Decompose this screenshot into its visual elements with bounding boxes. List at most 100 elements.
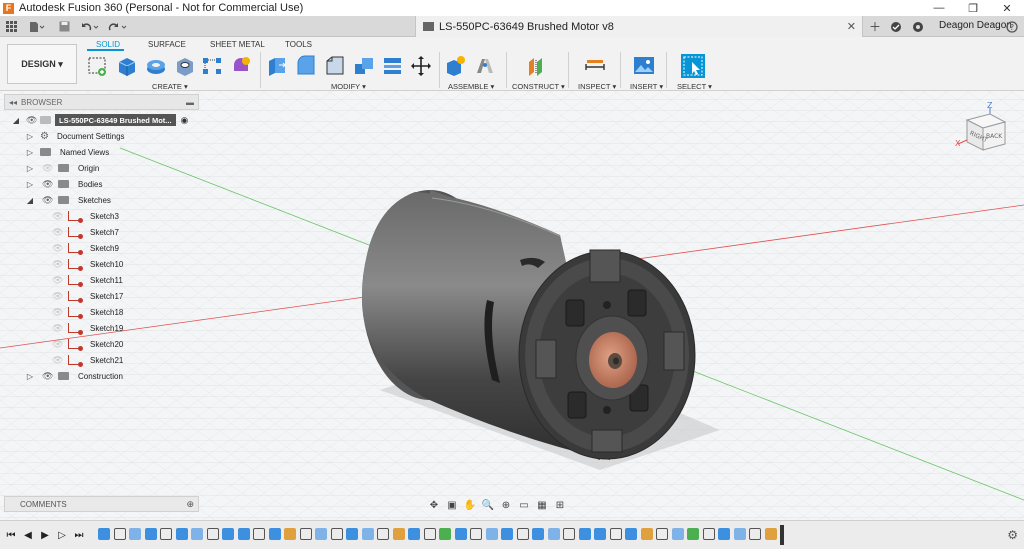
timeline-feature-icon[interactable]: [594, 528, 606, 540]
file-menu-icon[interactable]: [28, 19, 46, 34]
data-panel-grid-icon[interactable]: [4, 19, 18, 34]
timeline-feature-icon[interactable]: [764, 528, 777, 540]
inspect-menu[interactable]: INSPECT ▾: [578, 82, 616, 91]
visibility-eye-icon[interactable]: 👁: [52, 227, 63, 238]
timeline-feature-icon[interactable]: [206, 528, 219, 540]
create-sketch-icon[interactable]: [87, 55, 109, 77]
timeline-feature-icon[interactable]: [532, 528, 544, 540]
help-icon[interactable]: ?: [1004, 19, 1020, 34]
timeline-feature-icon[interactable]: [749, 528, 761, 540]
browser-item-sketch[interactable]: 👁 Sketch11: [52, 272, 123, 288]
browser-item-sketch[interactable]: 👁 Sketch17: [52, 288, 123, 304]
create-menu[interactable]: CREATE ▾: [152, 82, 188, 91]
timeline-feature-icon[interactable]: [144, 528, 157, 540]
timeline-marker[interactable]: [780, 525, 784, 545]
assemble-menu[interactable]: ASSEMBLE ▾: [448, 82, 494, 91]
save-icon[interactable]: [57, 19, 71, 34]
timeline-feature-icon[interactable]: [733, 528, 746, 540]
timeline-feature-icon[interactable]: [191, 528, 203, 540]
visibility-eye-icon[interactable]: 👁: [42, 179, 53, 190]
browser-item-construction[interactable]: ▷ 👁 Construction: [26, 368, 123, 384]
timeline-feature-icon[interactable]: [501, 528, 513, 540]
expanded-triangle-icon[interactable]: ◢: [26, 196, 34, 205]
timeline-feature-icon[interactable]: [377, 528, 389, 540]
user-account[interactable]: Deagon Deagon: [939, 20, 1012, 31]
timeline-feature-icon[interactable]: [253, 528, 265, 540]
browser-item-origin[interactable]: ▷ 👁 Origin: [26, 160, 99, 176]
browser-item-sketches[interactable]: ◢ 👁 Sketches: [26, 192, 111, 208]
visibility-eye-icon[interactable]: 👁: [52, 259, 63, 270]
move-copy-icon[interactable]: [410, 55, 432, 77]
orbit-icon[interactable]: ✥: [425, 498, 443, 512]
display-settings-icon[interactable]: ▭: [515, 498, 533, 512]
timeline-feature-icon[interactable]: [284, 528, 296, 540]
timeline-feature-icon[interactable]: [547, 528, 560, 540]
timeline-feature-icon[interactable]: [160, 528, 172, 540]
tab-tools[interactable]: TOOLS: [285, 40, 312, 49]
timeline-feature-icon[interactable]: [625, 528, 637, 540]
visibility-eye-icon[interactable]: 👁: [42, 195, 53, 206]
timeline-feature-icon[interactable]: [470, 528, 482, 540]
collapsed-triangle-icon[interactable]: ▷: [26, 132, 34, 141]
timeline-settings-gear-icon[interactable]: ⚙: [1007, 528, 1018, 542]
visibility-eye-icon[interactable]: 👁: [52, 211, 63, 222]
timeline-feature-icon[interactable]: [237, 528, 250, 540]
tab-solid[interactable]: SOLID: [96, 40, 120, 49]
activate-radio-icon[interactable]: ◉: [181, 115, 189, 126]
hole-icon[interactable]: [174, 55, 196, 77]
collapsed-triangle-icon[interactable]: ▷: [26, 180, 34, 189]
browser-item-sketch[interactable]: 👁 Sketch3: [52, 208, 119, 224]
modify-menu[interactable]: MODIFY ▾: [331, 82, 366, 91]
go-to-end-icon[interactable]: ⏭: [73, 529, 85, 541]
notifications-icon[interactable]: [910, 19, 926, 34]
offset-plane-icon[interactable]: [526, 55, 548, 77]
visibility-eye-icon[interactable]: 👁: [52, 339, 63, 350]
timeline-feature-icon[interactable]: [439, 528, 451, 540]
timeline-feature-icon[interactable]: [718, 528, 730, 540]
extrude-icon[interactable]: [116, 55, 138, 77]
browser-header[interactable]: ◂◂ BROWSER ▬: [4, 94, 199, 110]
collapsed-triangle-icon[interactable]: ▷: [26, 164, 34, 173]
timeline-feature-icon[interactable]: [129, 528, 141, 540]
collapse-browser-icon[interactable]: ◂◂: [9, 98, 17, 107]
workspace-switcher[interactable]: DESIGN ▾: [7, 44, 77, 84]
browser-item-document-settings[interactable]: ▷ ⚙ Document Settings: [26, 128, 125, 144]
timeline-feature-icon[interactable]: [454, 528, 467, 540]
minimize-browser-icon[interactable]: ▬: [186, 98, 194, 107]
new-component-icon[interactable]: [445, 55, 467, 77]
timeline-feature-icon[interactable]: [671, 528, 684, 540]
timeline-feature-icon[interactable]: [175, 528, 188, 540]
combine-icon[interactable]: [382, 55, 404, 77]
close-button[interactable]: ✕: [990, 0, 1024, 16]
browser-item-sketch[interactable]: 👁 Sketch20: [52, 336, 123, 352]
timeline-feature-icon[interactable]: [346, 528, 358, 540]
new-tab-plus-icon[interactable]: ＋: [867, 19, 883, 34]
timeline-feature-icon[interactable]: [578, 528, 591, 540]
fit-zoom-icon[interactable]: ⊕: [497, 498, 515, 512]
browser-item-sketch[interactable]: 👁 Sketch18: [52, 304, 123, 320]
timeline-feature-icon[interactable]: [485, 528, 498, 540]
shell-icon[interactable]: [353, 55, 375, 77]
joint-icon[interactable]: [474, 55, 496, 77]
viewports-icon[interactable]: ⊞: [551, 498, 569, 512]
revolve-icon[interactable]: [145, 55, 167, 77]
create-form-icon[interactable]: [230, 55, 252, 77]
timeline-feature-icon[interactable]: [609, 528, 622, 540]
job-status-icon[interactable]: [888, 19, 904, 34]
select-menu[interactable]: SELECT ▾: [677, 82, 712, 91]
collapsed-triangle-icon[interactable]: ▷: [26, 372, 34, 381]
timeline-feature-icon[interactable]: [423, 528, 436, 540]
pattern-icon[interactable]: [201, 55, 223, 77]
visibility-eye-icon[interactable]: 👁: [52, 243, 63, 254]
add-comment-icon[interactable]: ⊕: [186, 499, 194, 510]
document-tab[interactable]: LS-550PC-63649 Brushed Motor v8 ✕: [415, 16, 863, 37]
insert-menu[interactable]: INSERT ▾: [630, 82, 663, 91]
tab-surface[interactable]: SURFACE: [148, 40, 186, 49]
timeline-feature-icon[interactable]: [268, 528, 281, 540]
step-forward-icon[interactable]: ▷: [56, 529, 68, 541]
timeline-feature-icon[interactable]: [563, 528, 575, 540]
visibility-eye-icon[interactable]: 👁: [52, 291, 63, 302]
timeline-feature-icon[interactable]: [656, 528, 668, 540]
browser-item-sketch[interactable]: 👁 Sketch19: [52, 320, 123, 336]
undo-icon[interactable]: [78, 19, 102, 34]
